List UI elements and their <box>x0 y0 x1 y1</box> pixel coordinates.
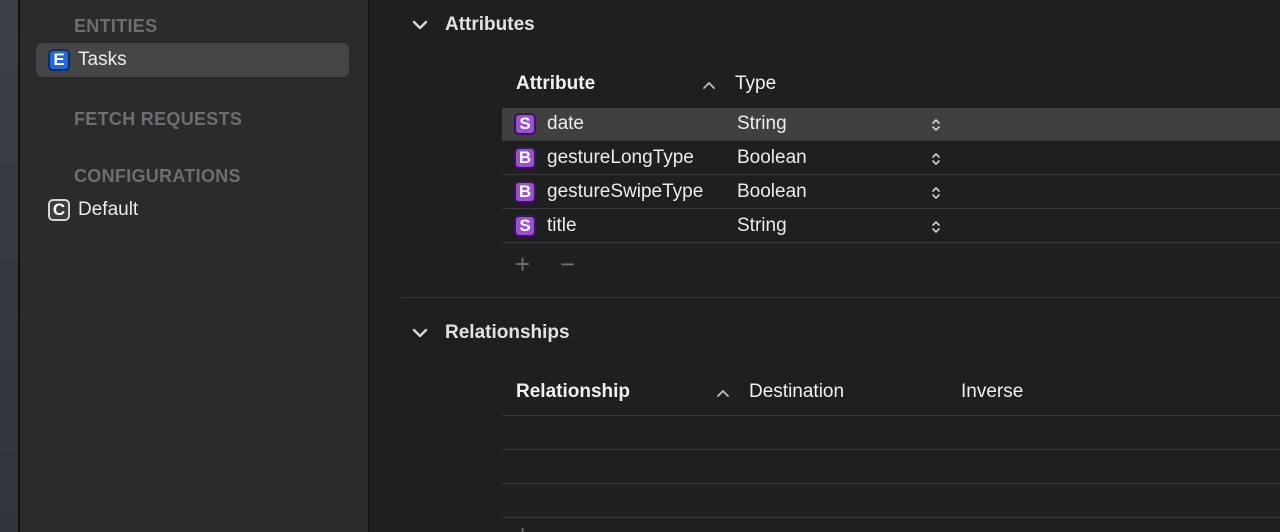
entities-header: ENTITIES <box>74 16 158 36</box>
configuration-badge-icon: C <box>48 199 70 221</box>
remove-attribute-button[interactable]: − <box>560 251 575 277</box>
add-relationship-button[interactable]: + <box>515 521 530 532</box>
relationship-column-header[interactable]: Relationship <box>516 381 630 403</box>
chevron-down-icon[interactable] <box>409 322 431 344</box>
attribute-type-popup[interactable]: Boolean <box>737 181 807 203</box>
boolean-type-icon: B <box>514 181 536 203</box>
type-column-header[interactable]: Type <box>735 73 776 95</box>
fetch-requests-header: FETCH REQUESTS <box>74 109 243 129</box>
inverse-column-header[interactable]: Inverse <box>961 381 1023 403</box>
string-type-icon: S <box>514 113 536 135</box>
chevron-up-icon[interactable] <box>702 80 716 90</box>
window-edge <box>0 0 18 532</box>
configurations-header: CONFIGURATIONS <box>74 166 241 186</box>
chevron-up-icon[interactable] <box>716 388 730 398</box>
relationships-section-title: Relationships <box>445 322 570 343</box>
up-down-chevron-icon[interactable] <box>930 151 942 167</box>
add-attribute-button[interactable]: + <box>515 251 530 277</box>
attribute-row-gestureswipetype[interactable]: B gestureSwipeType Boolean <box>502 176 1280 209</box>
string-type-icon: S <box>514 215 536 237</box>
attribute-name[interactable]: gestureLongType <box>547 147 694 169</box>
attribute-name[interactable]: date <box>547 113 584 135</box>
sidebar-item-tasks[interactable]: E Tasks <box>36 43 349 77</box>
up-down-chevron-icon[interactable] <box>930 185 942 201</box>
table-row-separator <box>502 517 1280 518</box>
table-row-separator <box>502 483 1280 484</box>
attribute-column-header[interactable]: Attribute <box>516 73 595 95</box>
table-row-separator <box>502 449 1280 450</box>
attribute-row-date[interactable]: S date String <box>502 108 1280 141</box>
attribute-name[interactable]: gestureSwipeType <box>547 181 703 203</box>
table-row-separator <box>502 415 1280 416</box>
up-down-chevron-icon[interactable] <box>930 117 942 133</box>
attribute-type-popup[interactable]: String <box>737 113 787 135</box>
entity-editor: Attributes Attribute Type S date String … <box>369 0 1280 532</box>
sidebar-item-label: Default <box>78 199 139 220</box>
chevron-down-icon[interactable] <box>409 14 431 36</box>
sidebar-item-default[interactable]: C Default <box>36 193 349 227</box>
attribute-row-title[interactable]: S title String <box>502 210 1280 243</box>
attribute-row-gesturelongtype[interactable]: B gestureLongType Boolean <box>502 142 1280 175</box>
attributes-section-title: Attributes <box>445 14 535 35</box>
sidebar-item-label: Tasks <box>78 49 127 70</box>
boolean-type-icon: B <box>514 147 536 169</box>
section-divider <box>401 297 1280 298</box>
attribute-name[interactable]: title <box>547 215 577 237</box>
entity-badge-icon: E <box>48 49 70 71</box>
attribute-type-popup[interactable]: String <box>737 215 787 237</box>
sidebar: ENTITIES E Tasks FETCH REQUESTS CONFIGUR… <box>20 0 368 532</box>
up-down-chevron-icon[interactable] <box>930 219 942 235</box>
attribute-type-popup[interactable]: Boolean <box>737 147 807 169</box>
destination-column-header[interactable]: Destination <box>749 381 844 403</box>
